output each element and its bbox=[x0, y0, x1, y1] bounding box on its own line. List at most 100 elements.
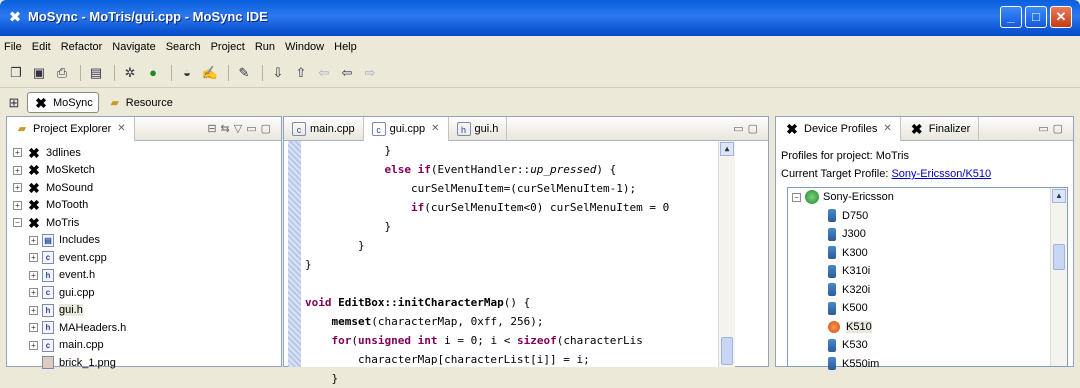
tree-item-label: main.cpp bbox=[59, 339, 104, 352]
c-file-icon: c bbox=[42, 338, 54, 352]
tree-item[interactable]: + ✖ 3dlines bbox=[7, 144, 281, 162]
menu-navigate[interactable]: Navigate bbox=[112, 41, 155, 53]
tab-gui-h[interactable]: h gui.h bbox=[449, 116, 508, 141]
last-edit-icon[interactable]: ⇦ bbox=[314, 63, 334, 83]
tree-item-label: MoTooth bbox=[46, 199, 89, 212]
code-token: (curSelMenuItem<0) curSelMenuItem = 0 bbox=[424, 201, 670, 214]
expand-icon[interactable]: + bbox=[13, 183, 22, 193]
current-target-link[interactable]: Sony-Ericsson/K510 bbox=[891, 168, 991, 180]
close-icon[interactable]: ✕ bbox=[117, 123, 125, 134]
menu-refactor[interactable]: Refactor bbox=[61, 41, 103, 53]
expand-icon[interactable]: + bbox=[13, 148, 22, 158]
print-icon[interactable]: ⎙ bbox=[52, 63, 72, 83]
menu-edit[interactable]: Edit bbox=[32, 41, 51, 53]
scroll-thumb[interactable] bbox=[1053, 244, 1065, 270]
save-icon[interactable]: ▣ bbox=[29, 63, 49, 83]
sony-ericsson-icon bbox=[805, 190, 819, 205]
view-controls[interactable]: ⊟⇆▽▭▢ bbox=[207, 122, 275, 135]
expand-icon[interactable]: + bbox=[13, 165, 22, 175]
expand-icon[interactable]: + bbox=[13, 200, 22, 210]
code-editor[interactable]: } else if(EventHandler::up_pressed) { cu… bbox=[288, 141, 735, 385]
close-icon[interactable]: ✕ bbox=[883, 123, 891, 134]
build-icon[interactable]: ▤ bbox=[86, 63, 106, 83]
vendor-row[interactable]: − Sony-Ericsson bbox=[788, 188, 1067, 207]
tree-item[interactable]: + c gui.cpp bbox=[7, 284, 281, 302]
device-item[interactable]: K310i bbox=[788, 262, 1067, 281]
tree-item[interactable]: + h gui.h bbox=[7, 302, 281, 320]
tree-item[interactable]: + ✖ MoSound bbox=[7, 179, 281, 197]
tab-gui-cpp[interactable]: c gui.cpp ✕ bbox=[363, 116, 449, 141]
collapse-icon[interactable]: − bbox=[792, 192, 801, 202]
code-token: ) { bbox=[596, 163, 617, 176]
menu-help[interactable]: Help bbox=[334, 41, 357, 53]
device-item[interactable]: K300 bbox=[788, 244, 1067, 263]
scroll-thumb[interactable] bbox=[721, 337, 733, 365]
menu-window[interactable]: Window bbox=[285, 41, 324, 53]
scroll-up-icon[interactable]: ▲ bbox=[1052, 189, 1066, 203]
tree-item[interactable]: + h event.h bbox=[7, 267, 281, 285]
scroll-up-icon[interactable]: ▲ bbox=[720, 142, 734, 156]
new-icon[interactable]: ❐ bbox=[6, 63, 26, 83]
tree-item[interactable]: + ▤ Includes bbox=[7, 232, 281, 250]
close-icon[interactable]: ✕ bbox=[431, 123, 439, 134]
expand-icon[interactable]: + bbox=[29, 305, 38, 315]
open-type-icon[interactable]: ◒ bbox=[177, 63, 197, 83]
tab-finalizer[interactable]: ✖ Finalizer bbox=[901, 116, 980, 141]
expand-icon[interactable]: + bbox=[29, 235, 38, 245]
minimize-button[interactable]: _ bbox=[1000, 6, 1022, 28]
expand-icon[interactable]: + bbox=[29, 253, 38, 263]
tree-item[interactable]: + ✖ MoSketch bbox=[7, 162, 281, 180]
tree-item-label: MoSketch bbox=[46, 164, 95, 177]
code-line: } bbox=[288, 141, 718, 160]
perspective-resource[interactable]: ▰ Resource bbox=[102, 92, 179, 113]
expand-icon[interactable]: + bbox=[29, 340, 38, 350]
tree-item-label: MoTris bbox=[46, 216, 80, 229]
maximize-button[interactable]: □ bbox=[1025, 6, 1047, 28]
device-item[interactable]: J300 bbox=[788, 225, 1067, 244]
menu-file[interactable]: File bbox=[4, 41, 22, 53]
selected-phone-icon bbox=[828, 320, 840, 333]
title-bar: ✖ MoSync - MoTris/gui.cpp - MoSync IDE _… bbox=[0, 0, 1080, 36]
tab-project-explorer[interactable]: ▰ Project Explorer ✕ bbox=[7, 116, 135, 141]
menu-search[interactable]: Search bbox=[166, 41, 201, 53]
view-controls[interactable]: ▭▢ bbox=[1038, 122, 1067, 135]
device-scrollbar[interactable]: ▲ bbox=[1050, 188, 1067, 366]
collapse-icon[interactable]: − bbox=[13, 218, 22, 228]
expand-icon[interactable]: + bbox=[29, 323, 38, 333]
tree-item[interactable]: + h MAHeaders.h bbox=[7, 319, 281, 337]
device-item[interactable]: K510 bbox=[788, 318, 1067, 337]
tree-item[interactable]: − ✖ MoTris bbox=[7, 214, 281, 232]
back-icon[interactable]: ⇦ bbox=[337, 63, 357, 83]
open-perspective-icon[interactable]: ⊞ bbox=[4, 93, 24, 113]
menu-project[interactable]: Project bbox=[211, 41, 245, 53]
tree-item[interactable]: + c main.cpp bbox=[7, 337, 281, 355]
device-item[interactable]: K550im bbox=[788, 355, 1067, 374]
tab-main-cpp[interactable]: c main.cpp bbox=[284, 116, 364, 141]
close-button[interactable]: ✕ bbox=[1050, 6, 1072, 28]
forward-icon[interactable]: ⇨ bbox=[360, 63, 380, 83]
view-controls[interactable]: ▭▢ bbox=[733, 122, 762, 135]
menu-run[interactable]: Run bbox=[255, 41, 275, 53]
expand-icon[interactable]: + bbox=[29, 288, 38, 298]
next-annotation-icon[interactable]: ⇩ bbox=[268, 63, 288, 83]
device-item[interactable]: K500 bbox=[788, 299, 1067, 318]
device-item[interactable]: K530 bbox=[788, 336, 1067, 355]
debug-icon[interactable]: ✲ bbox=[120, 63, 140, 83]
prev-annotation-icon[interactable]: ⇧ bbox=[291, 63, 311, 83]
tree-item[interactable]: brick_1.png bbox=[7, 354, 281, 372]
perspective-mosync[interactable]: ✖ MoSync bbox=[27, 92, 99, 113]
phone-icon bbox=[828, 338, 836, 352]
highlight-icon[interactable]: ✎ bbox=[234, 63, 254, 83]
tree-item[interactable]: + c event.cpp bbox=[7, 249, 281, 267]
editor-scrollbar[interactable]: ▲ bbox=[718, 141, 735, 367]
tree-item-label: gui.cpp bbox=[59, 286, 95, 299]
tree-item[interactable]: + ✖ MoTooth bbox=[7, 197, 281, 215]
expand-icon[interactable]: + bbox=[29, 270, 38, 280]
code-token: curSelMenuItem=(curSelMenuItem-1); bbox=[305, 182, 637, 195]
tab-device-profiles[interactable]: ✖ Device Profiles ✕ bbox=[776, 116, 901, 141]
device-item[interactable]: D750 bbox=[788, 207, 1067, 226]
device-item[interactable]: K320i bbox=[788, 281, 1067, 300]
search-icon[interactable]: ✍ bbox=[200, 63, 220, 83]
run-icon[interactable]: ● bbox=[143, 63, 163, 83]
